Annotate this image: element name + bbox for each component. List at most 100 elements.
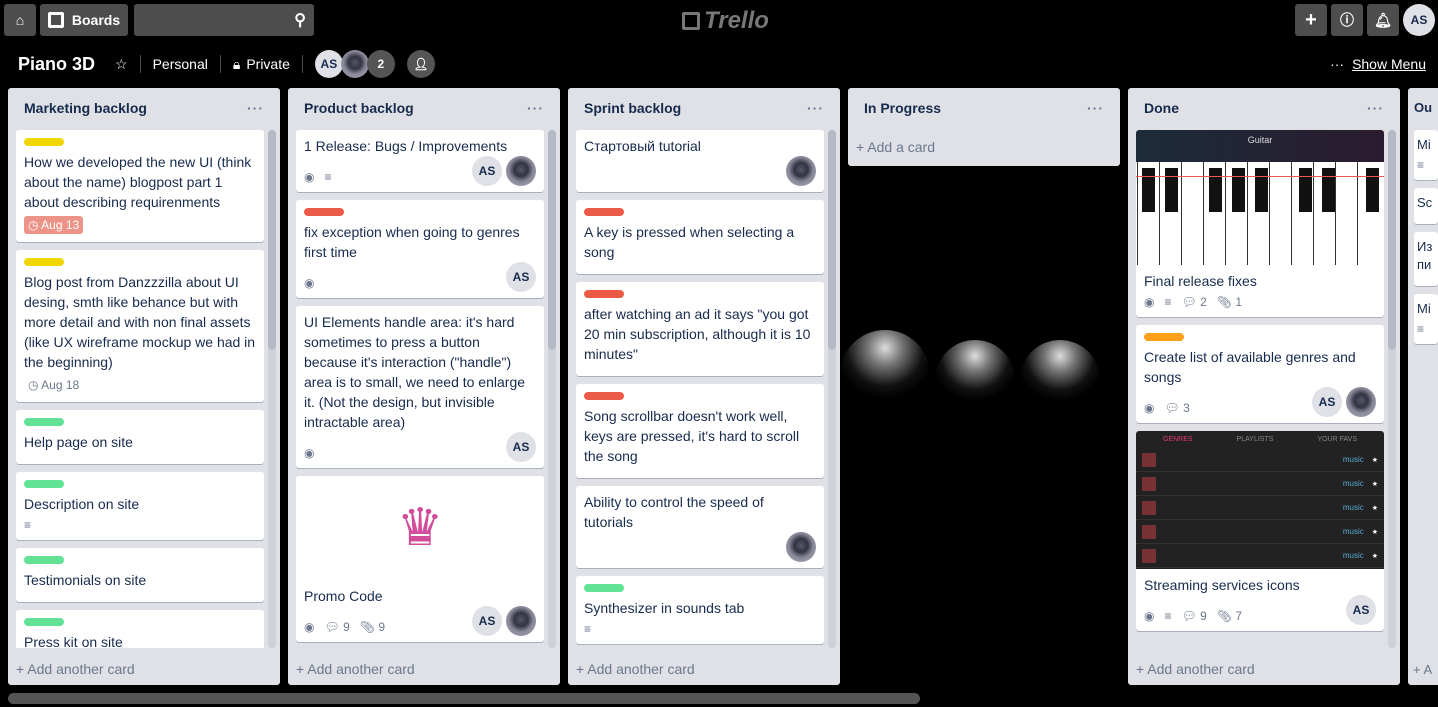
card-title: Testimonials on site xyxy=(24,572,147,588)
add-card-button[interactable]: + Add another card xyxy=(576,661,695,677)
list: In Progress ··· + Add a card xyxy=(848,88,1120,166)
invite-icon[interactable]: 👤︎ xyxy=(406,50,435,78)
list-scrollbar[interactable] xyxy=(268,130,276,648)
member-avatar[interactable]: AS xyxy=(472,606,502,636)
card[interactable]: Mi ≡ xyxy=(1414,294,1438,344)
notifications-button[interactable]: 🔔︎ xyxy=(1367,4,1399,36)
card[interactable]: Ability to control the speed of tutorial… xyxy=(576,486,824,568)
card-label-red[interactable] xyxy=(584,392,624,400)
member-avatar[interactable]: AS xyxy=(1346,595,1376,625)
card[interactable]: Create list of available genres and song… xyxy=(1136,325,1384,423)
card[interactable]: A key is pressed when selecting a song xyxy=(576,200,824,274)
list-title[interactable]: In Progress xyxy=(864,100,941,128)
list-title[interactable]: Marketing backlog xyxy=(24,100,147,128)
list-title[interactable]: Product backlog xyxy=(304,100,414,128)
list-menu-icon[interactable]: ··· xyxy=(247,100,264,128)
card-title: UI Elements handle area: it's hard somet… xyxy=(304,314,526,430)
list-menu-icon[interactable]: ··· xyxy=(1087,100,1104,128)
list-menu-icon[interactable]: ··· xyxy=(807,100,824,128)
card[interactable]: GENRES PLAYLISTS YOUR FAVS music ★ music ★ musi… xyxy=(1136,431,1384,631)
card[interactable]: after watching an ad it says "you got 20… xyxy=(576,282,824,376)
add-card-button[interactable]: + Add another card xyxy=(1136,661,1255,677)
user-avatar[interactable]: AS xyxy=(1403,4,1435,36)
card-title: Mi xyxy=(1417,301,1431,316)
card-label-green[interactable] xyxy=(584,584,624,592)
card[interactable]: Guitar Final release fixes ◉ ≡ 💬︎ 2 📎︎ 1 xyxy=(1136,130,1384,317)
card[interactable]: Help page on site xyxy=(16,410,264,464)
card[interactable]: Sc xyxy=(1414,188,1438,224)
member-avatar-photo[interactable] xyxy=(786,156,816,186)
card-label-red[interactable] xyxy=(584,208,624,216)
create-button[interactable]: + xyxy=(1295,4,1327,36)
list-scrollbar[interactable] xyxy=(548,130,556,648)
list-menu-icon[interactable]: ··· xyxy=(1367,100,1384,128)
card-cover-image: GENRES PLAYLISTS YOUR FAVS music ★ music ★ musi… xyxy=(1136,431,1384,569)
card[interactable]: Testimonials on site xyxy=(16,548,264,602)
member-avatar[interactable]: AS xyxy=(1312,387,1342,417)
list-scrollbar[interactable] xyxy=(828,130,836,648)
boards-button[interactable]: Boards xyxy=(40,4,128,36)
member-avatar-photo[interactable] xyxy=(506,156,536,186)
visibility-button[interactable]: Private xyxy=(246,56,290,72)
due-date-badge: ◷ Aug 13 xyxy=(24,216,84,234)
card[interactable]: UI Elements handle area: it's hard somet… xyxy=(296,306,544,468)
info-icon: ⓘ xyxy=(1340,12,1354,28)
card-label-green[interactable] xyxy=(24,480,64,488)
member-avatar[interactable]: AS xyxy=(472,156,502,186)
member-avatar[interactable]: AS xyxy=(314,50,343,78)
card[interactable]: Стартовый tutorial xyxy=(576,130,824,192)
card[interactable]: Synthesizer in sounds tab ≡ xyxy=(576,576,824,644)
member-avatar[interactable]: AS xyxy=(506,432,536,462)
star-icon[interactable]: ☆ xyxy=(115,56,128,73)
list-scrollbar[interactable] xyxy=(1388,130,1396,648)
card[interactable]: Blog post from Danzzzilla about UI desin… xyxy=(16,250,264,402)
card[interactable]: How we developed the new UI (think about… xyxy=(16,130,264,242)
add-card-button[interactable]: + Add another card xyxy=(16,661,135,677)
list-title[interactable]: Done xyxy=(1144,100,1179,128)
add-card-button[interactable]: + A xyxy=(1413,662,1432,677)
list-title[interactable]: Ou xyxy=(1414,100,1432,128)
card-label-red[interactable] xyxy=(584,290,624,298)
card-label-yellow[interactable] xyxy=(24,138,64,146)
card[interactable]: Description on site ≡ xyxy=(16,472,264,540)
card[interactable]: Press kit on site≡ xyxy=(16,610,264,648)
due-date-badge: ◷ Aug 18 xyxy=(28,378,80,392)
crown-icon: ♛ xyxy=(396,499,444,557)
show-menu-button[interactable]: Show Menu xyxy=(1352,56,1426,72)
team-button[interactable]: Personal xyxy=(153,56,208,72)
card[interactable]: Song scrollbar doesn't work well, keys a… xyxy=(576,384,824,478)
member-avatar[interactable]: AS xyxy=(506,262,536,292)
member-avatar-photo[interactable] xyxy=(506,606,536,636)
card-label-yellow[interactable] xyxy=(24,258,64,266)
card[interactable]: Mi ≡ xyxy=(1414,130,1438,180)
card-title: Mi xyxy=(1417,137,1431,152)
search-icon: ⚲ xyxy=(294,12,306,29)
search-input[interactable]: ⚲ xyxy=(134,4,314,36)
home-button[interactable]: ⌂ xyxy=(4,4,36,36)
card-label-green[interactable] xyxy=(24,418,64,426)
board-title[interactable]: Piano 3D xyxy=(18,54,95,75)
trello-logo[interactable]: Trello xyxy=(682,7,769,35)
info-button[interactable]: ⓘ xyxy=(1331,4,1363,36)
card-label-red[interactable] xyxy=(304,208,344,216)
description-icon: ≡ xyxy=(1164,295,1172,309)
card-title: Press kit on site xyxy=(24,634,123,648)
card-label-green[interactable] xyxy=(24,556,64,564)
card[interactable]: fix exception when going to genres first… xyxy=(296,200,544,298)
add-card-button[interactable]: + Add another card xyxy=(296,661,415,677)
horizontal-scrollbar[interactable] xyxy=(8,693,920,704)
more-members[interactable]: 2 xyxy=(366,50,395,78)
member-avatar-photo[interactable] xyxy=(340,50,369,78)
card-label-green[interactable] xyxy=(24,618,64,626)
list-menu-icon[interactable]: ··· xyxy=(527,100,544,128)
member-avatar-photo[interactable] xyxy=(1346,387,1376,417)
card-label-orange[interactable] xyxy=(1144,333,1184,341)
card[interactable]: Из пи xyxy=(1414,232,1438,286)
boards-label: Boards xyxy=(71,12,121,28)
member-avatar-photo[interactable] xyxy=(786,532,816,562)
card[interactable]: ♛ Promo Code ◉ 💬︎ 9 📎︎ 9 AS xyxy=(296,476,544,642)
card[interactable]: 1 Release: Bugs / Improvements ◉ ≡ AS xyxy=(296,130,544,192)
description-icon: ≡ xyxy=(1417,158,1425,172)
list-title[interactable]: Sprint backlog xyxy=(584,100,681,128)
add-card-button[interactable]: + Add a card xyxy=(856,139,935,155)
